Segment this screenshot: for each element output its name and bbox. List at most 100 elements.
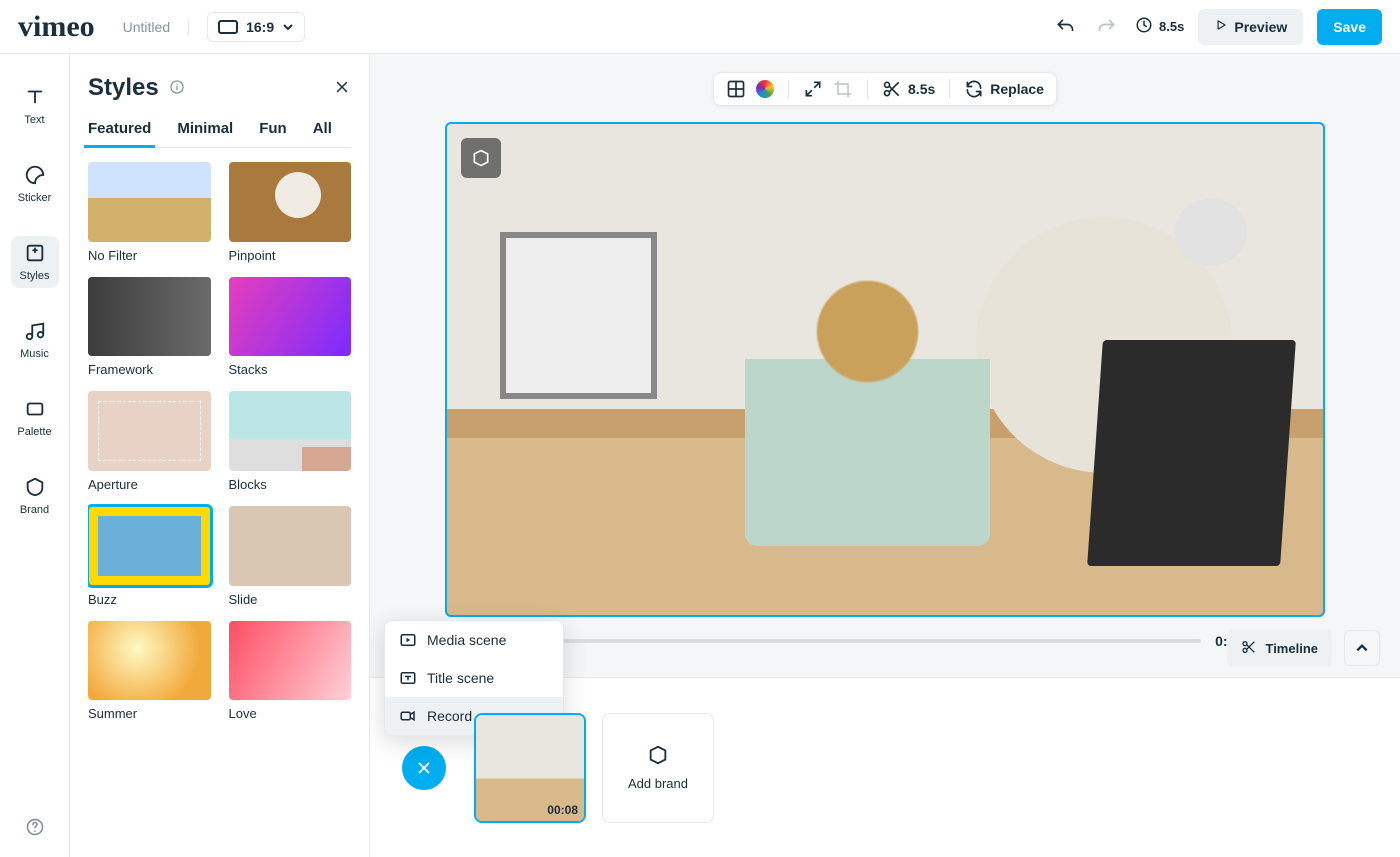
chevron-up-icon	[1355, 641, 1369, 655]
style-summer[interactable]: Summer	[88, 621, 211, 722]
style-thumb	[88, 277, 211, 357]
style-label: Stacks	[229, 362, 352, 377]
scrubber-track[interactable]	[512, 639, 1201, 643]
undo-button[interactable]	[1051, 13, 1079, 41]
style-thumb	[229, 277, 352, 357]
close-panel-button[interactable]	[333, 78, 351, 99]
rail-item-brand[interactable]: Brand	[11, 470, 59, 522]
menu-label: Title scene	[427, 670, 494, 686]
refresh-icon	[964, 79, 984, 99]
total-duration: 8.5s	[1135, 16, 1184, 37]
fit-button[interactable]	[803, 79, 823, 99]
scene-decor	[500, 232, 658, 399]
add-scene-fab[interactable]	[402, 746, 446, 790]
preview-button[interactable]: Preview	[1198, 9, 1303, 45]
rail-item-styles[interactable]: Styles	[11, 236, 59, 288]
style-grid: No Filter Pinpoint Framework Stacks Aper…	[88, 162, 351, 857]
brand-overlay-badge[interactable]	[461, 138, 501, 178]
rail-label: Palette	[17, 426, 51, 438]
scene-decor	[1087, 340, 1296, 566]
rail-item-text[interactable]: Text	[11, 80, 59, 132]
replace-button[interactable]: Replace	[964, 79, 1044, 99]
styles-icon	[24, 242, 46, 264]
tab-featured[interactable]: Featured	[88, 120, 151, 137]
style-stacks[interactable]: Stacks	[229, 277, 352, 378]
layout-button[interactable]	[726, 79, 746, 99]
timeline-strip: Timeline Media scene Title scene	[370, 677, 1400, 857]
info-icon[interactable]	[169, 79, 185, 98]
aspect-ratio-icon	[218, 20, 238, 34]
style-blocks[interactable]: Blocks	[229, 391, 352, 492]
rail-label: Sticker	[18, 192, 52, 204]
style-love[interactable]: Love	[229, 621, 352, 722]
rail-label: Brand	[20, 504, 49, 516]
style-tabs: Featured Minimal Fun All	[88, 120, 351, 148]
layout-icon	[726, 79, 746, 99]
scrubber: Scene 1 0:00.00 / 0:08.46	[445, 633, 1325, 649]
menu-media-scene[interactable]: Media scene	[385, 621, 563, 659]
aspect-ratio-picker[interactable]: 16:9	[207, 12, 305, 42]
style-slide[interactable]: Slide	[229, 506, 352, 607]
style-thumb	[88, 162, 211, 242]
color-button[interactable]	[756, 80, 774, 98]
replace-label: Replace	[990, 81, 1044, 97]
scissors-icon	[882, 79, 902, 99]
add-brand-label: Add brand	[628, 776, 688, 791]
tool-rail: Text Sticker Styles Music Palette Brand	[0, 54, 70, 857]
scene-thumbnail-1[interactable]: 00:08	[474, 713, 586, 823]
rail-item-palette[interactable]: Palette	[11, 392, 59, 444]
crop-button[interactable]	[833, 79, 853, 99]
save-label: Save	[1333, 19, 1366, 35]
scissors-icon	[1241, 639, 1257, 658]
rail-item-sticker[interactable]: Sticker	[11, 158, 59, 210]
help-icon	[25, 817, 45, 837]
canvas-area: 8.5s Replace Scene 1	[370, 54, 1400, 857]
help-button[interactable]	[21, 813, 49, 841]
style-framework[interactable]: Framework	[88, 277, 211, 378]
rail-item-music[interactable]: Music	[11, 314, 59, 366]
trim-button[interactable]: 8.5s	[882, 79, 935, 99]
vimeo-logo[interactable]: vimeo	[18, 10, 95, 44]
expand-timeline-button[interactable]	[1344, 630, 1380, 666]
menu-title-scene[interactable]: Title scene	[385, 659, 563, 697]
add-brand-card[interactable]: Add brand	[602, 713, 714, 823]
timeline-button[interactable]: Timeline	[1227, 630, 1332, 666]
title-scene-icon	[399, 669, 417, 687]
expand-icon	[803, 79, 823, 99]
style-pinpoint[interactable]: Pinpoint	[229, 162, 352, 263]
media-scene-icon	[399, 631, 417, 649]
rail-label: Music	[20, 348, 49, 360]
style-aperture[interactable]: Aperture	[88, 391, 211, 492]
style-label: Blocks	[229, 477, 352, 492]
color-wheel-icon	[756, 80, 774, 98]
clock-icon	[1135, 16, 1153, 37]
tab-minimal[interactable]: Minimal	[177, 120, 233, 137]
style-no-filter[interactable]: No Filter	[88, 162, 211, 263]
record-icon	[399, 707, 417, 725]
chevron-down-icon	[282, 21, 294, 33]
trim-duration: 8.5s	[908, 81, 935, 97]
tab-all[interactable]: All	[313, 120, 332, 137]
sticker-icon	[24, 164, 46, 186]
brand-icon	[24, 476, 46, 498]
style-label: Slide	[229, 592, 352, 607]
project-title[interactable]: Untitled	[123, 19, 189, 35]
save-button[interactable]: Save	[1317, 9, 1382, 45]
style-label: Buzz	[88, 592, 211, 607]
style-label: Framework	[88, 362, 211, 377]
scene-decor	[745, 271, 990, 546]
hexagon-icon	[647, 744, 669, 766]
tab-fun[interactable]: Fun	[259, 120, 287, 137]
palette-icon	[24, 398, 46, 420]
style-label: Pinpoint	[229, 248, 352, 263]
video-canvas[interactable]	[445, 122, 1325, 617]
close-icon	[415, 759, 433, 777]
panel-title: Styles	[88, 74, 159, 102]
style-label: Summer	[88, 706, 211, 721]
style-thumb	[229, 506, 352, 586]
menu-label: Record	[427, 708, 472, 724]
style-buzz[interactable]: Buzz	[88, 506, 211, 607]
redo-button[interactable]	[1093, 13, 1121, 41]
style-thumb	[88, 391, 211, 471]
style-thumb	[229, 162, 352, 242]
